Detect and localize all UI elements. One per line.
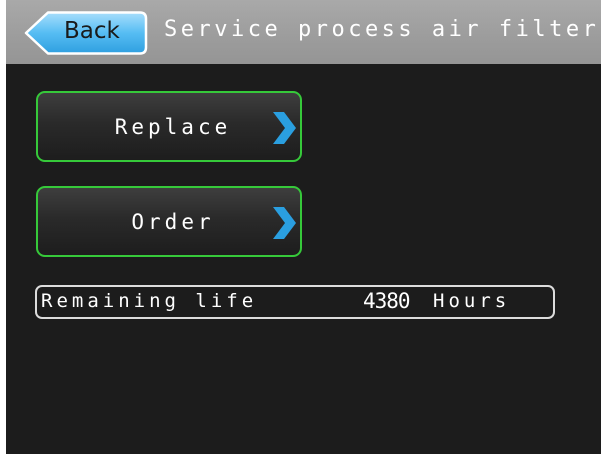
chevron-right-icon [273,112,296,144]
page-title: Service process air filter [164,17,600,42]
remaining-life-value: 4380 [363,289,411,313]
header-bar: Back Service process air filter [6,0,601,64]
replace-button[interactable]: Replace [36,91,302,162]
order-button-label: Order [131,210,215,234]
replace-button-label: Replace [114,115,232,139]
back-button-label: Back [64,18,120,44]
filter-service-screen: Back Service process air filter Replace … [6,0,601,454]
chevron-right-icon [273,207,296,239]
remaining-life-unit: Hours [433,290,511,312]
back-button[interactable]: Back [24,11,148,55]
remaining-life-field: Remaining life 4380 Hours [35,285,555,319]
remaining-life-label: Remaining life [41,290,258,312]
order-button[interactable]: Order [36,186,302,257]
